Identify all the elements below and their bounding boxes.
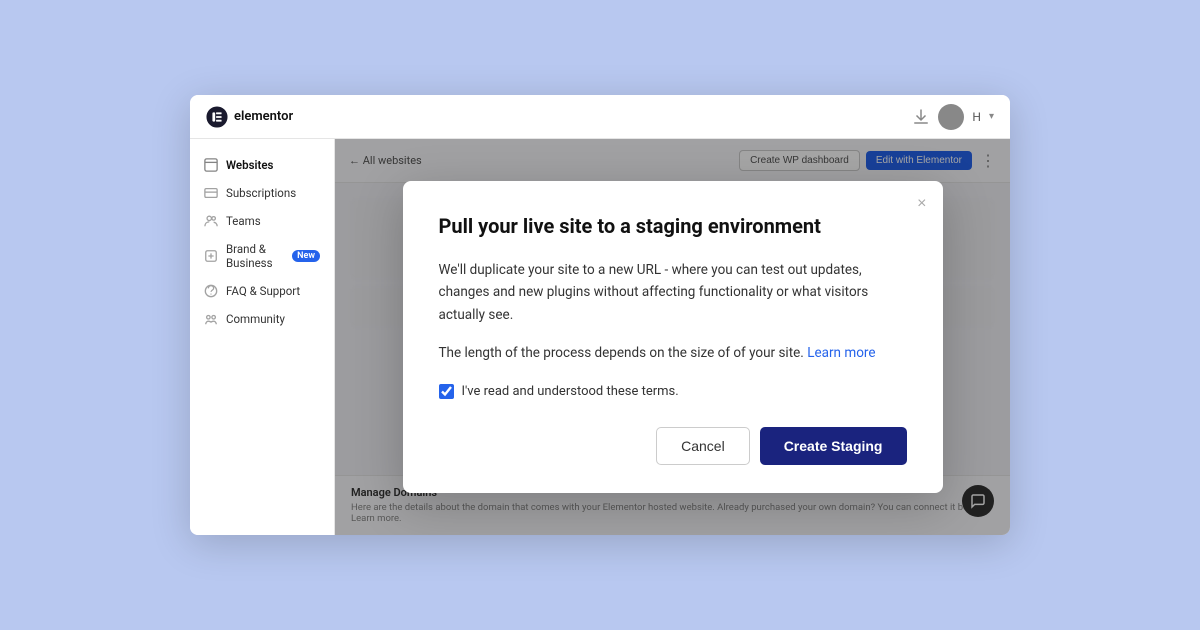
sidebar-item-community[interactable]: Community — [190, 305, 334, 333]
checkbox-label: I've read and understood these terms. — [462, 384, 679, 399]
sidebar-item-subscriptions[interactable]: Subscriptions — [190, 179, 334, 207]
modal-overlay: × Pull your live site to a staging envir… — [335, 139, 1010, 535]
learn-more-link[interactable]: Learn more — [807, 345, 875, 361]
cancel-button[interactable]: Cancel — [656, 427, 750, 465]
sidebar-item-label: Community — [226, 312, 285, 326]
sidebar-item-teams[interactable]: Teams — [190, 207, 334, 235]
logo-area: elementor — [206, 106, 293, 128]
modal-dialog: × Pull your live site to a staging envir… — [403, 181, 943, 493]
sidebar-item-brand-business[interactable]: Brand & Business New — [190, 235, 334, 277]
sidebar: Websites Subscriptions Teams — [190, 139, 335, 535]
logo-text: elementor — [234, 109, 293, 124]
sidebar-item-label: Brand & Business — [226, 242, 282, 270]
content-area: ← All websites Create WP dashboard Edit … — [335, 139, 1010, 535]
avatar — [938, 104, 964, 130]
modal-close-button[interactable]: × — [917, 195, 926, 213]
brand-icon — [204, 249, 218, 263]
sidebar-item-label: Websites — [226, 158, 273, 172]
chevron-down-icon: ▾ — [989, 111, 994, 122]
community-icon — [204, 312, 218, 326]
faq-icon — [204, 284, 218, 298]
sidebar-item-label: Subscriptions — [226, 186, 296, 200]
main-layout: Websites Subscriptions Teams — [190, 139, 1010, 535]
modal-body-paragraph: We'll duplicate your site to a new URL -… — [439, 259, 907, 326]
sidebar-item-faq-support[interactable]: FAQ & Support — [190, 277, 334, 305]
teams-icon — [204, 214, 218, 228]
websites-icon — [204, 158, 218, 172]
sidebar-item-label: FAQ & Support — [226, 284, 300, 298]
elementor-logo-icon — [206, 106, 228, 128]
download-icon — [912, 108, 930, 126]
modal-actions: Cancel Create Staging — [439, 427, 907, 465]
modal-title: Pull your live site to a staging environ… — [439, 213, 907, 239]
top-bar-right: H ▾ — [912, 104, 994, 130]
browser-window: elementor H ▾ Websites — [190, 95, 1010, 535]
sidebar-item-label: Teams — [226, 214, 261, 228]
subscriptions-icon — [204, 186, 218, 200]
terms-checkbox[interactable] — [439, 384, 454, 399]
user-initials: H — [972, 110, 981, 124]
modal-note: The length of the process depends on the… — [439, 342, 907, 364]
sidebar-item-websites[interactable]: Websites — [190, 151, 334, 179]
new-badge: New — [292, 250, 320, 262]
checkbox-row: I've read and understood these terms. — [439, 384, 907, 399]
top-bar: elementor H ▾ — [190, 95, 1010, 139]
create-staging-button[interactable]: Create Staging — [760, 427, 907, 465]
modal-note-prefix: The length of the process depends on the… — [439, 345, 804, 361]
